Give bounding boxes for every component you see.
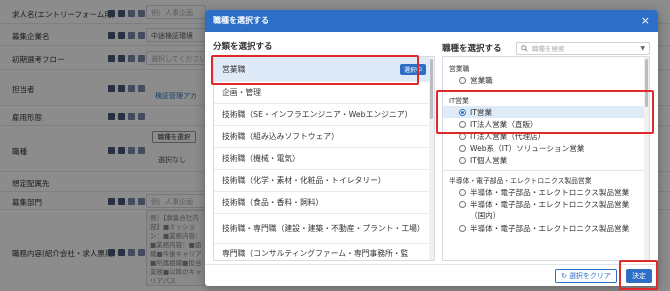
category-item[interactable]: 技術職（組み込みソフトウェア）: [214, 126, 434, 148]
role-option-label: IT法人営業（代理店）: [470, 131, 546, 141]
role-option[interactable]: 営業職: [443, 74, 649, 86]
category-label: 技術職（食品・香料・飼料）: [222, 198, 324, 207]
clear-selection-button[interactable]: ↻ 選択をクリア: [555, 269, 617, 283]
role-option[interactable]: 半導体・電子部品・エレクトロニクス製品営業: [443, 186, 649, 198]
role-option[interactable]: Web系（IT）ソリューション営業: [443, 142, 649, 154]
radio-icon: [459, 120, 466, 128]
occupation-modal: 職種を選択する × 分類を選択する 営業職 選択中 企画・管理 技術職（SE・イ…: [205, 10, 658, 286]
clear-selection-label: 選択をクリア: [568, 272, 611, 280]
search-icon: [521, 44, 528, 52]
category-item[interactable]: 技術職（食品・香料・飼料）: [214, 192, 434, 214]
category-label: 企画・管理: [222, 88, 261, 97]
role-option-label: 営業職: [470, 75, 493, 85]
modal-footer: ↻ 選択をクリア 決定: [205, 264, 658, 286]
role-list: 営業職 営業職 IT営業 IT営業 IT法人営業（直販） IT法人営業（代理店）…: [442, 56, 650, 261]
role-option[interactable]: 半導体・電子部品・エレクトロニクス製品営業（国内）: [443, 198, 649, 222]
category-label: 技術職（機械・電気）: [222, 154, 300, 163]
role-option[interactable]: 半導体・電子部品・エレクトロニクス製品営業: [443, 222, 649, 234]
radio-icon: [459, 188, 466, 196]
selected-badge: 選択中: [399, 63, 426, 75]
chevron-down-icon[interactable]: ▼: [640, 45, 645, 52]
role-option-label: IT個人営業: [470, 155, 508, 165]
radio-icon: [459, 132, 466, 140]
category-item[interactable]: 専門職（コンサルティングファーム・専門事務所・監: [214, 244, 434, 260]
category-item-sales[interactable]: 営業職 選択中: [214, 57, 434, 82]
refresh-icon: ↻: [561, 272, 567, 280]
modal-header: 職種を選択する ×: [205, 10, 658, 32]
radio-icon: [459, 156, 466, 164]
role-panel: 職種を選択する 職種を検索 ▼ 営業職 営業職 IT営業 IT営業 IT法人営業…: [442, 40, 650, 268]
category-item[interactable]: 技術職（化学・素材・化粧品・トイレタリー）: [214, 170, 434, 192]
group-title: 営業職: [449, 65, 470, 73]
category-label: 営業職: [222, 64, 246, 74]
category-label: 技術職（SE・インフラエンジニア・Webエンジニア）: [222, 110, 413, 119]
category-label: 技術職（化学・素材・化粧品・トイレタリー）: [222, 176, 386, 185]
category-label: 専門職（コンサルティングファーム・専門事務所・監: [222, 249, 409, 258]
radio-checked-icon: [459, 108, 466, 116]
search-placeholder: 職種を検索: [532, 45, 565, 53]
group-title: 半導体・電子部品・エレクトロニクス製品営業: [449, 177, 592, 185]
role-option-label: Web系（IT）ソリューション営業: [470, 143, 585, 153]
role-panel-title: 職種を選択する: [442, 44, 502, 54]
role-option-selected[interactable]: IT営業: [443, 106, 649, 118]
category-panel-title: 分類を選択する: [213, 42, 273, 52]
category-scrollbar[interactable]: [429, 57, 434, 260]
category-label: 技術職・専門職（建設・建築・不動産・プラント・工場）: [222, 224, 425, 233]
radio-icon: [459, 144, 466, 152]
category-item[interactable]: 企画・管理: [214, 82, 434, 104]
confirm-label: 決定: [632, 272, 646, 280]
category-label: 技術職（組み込みソフトウェア）: [222, 132, 339, 141]
category-panel: 分類を選択する 営業職 選択中 企画・管理 技術職（SE・インフラエンジニア・W…: [213, 40, 435, 268]
radio-icon: [459, 201, 466, 208]
confirm-button[interactable]: 決定: [626, 269, 652, 283]
radio-icon: [459, 224, 466, 232]
category-item[interactable]: 技術職（SE・インフラエンジニア・Webエンジニア）: [214, 104, 434, 126]
modal-title: 職種を選択する: [213, 16, 269, 25]
role-option[interactable]: IT法人営業（代理店）: [443, 130, 649, 142]
role-scrollbar[interactable]: [644, 57, 649, 260]
close-icon[interactable]: ×: [641, 14, 650, 27]
role-option-label: 半導体・電子部品・エレクトロニクス製品営業（国内）: [470, 200, 630, 220]
group-title: IT営業: [449, 97, 469, 105]
category-list: 営業職 選択中 企画・管理 技術職（SE・インフラエンジニア・Webエンジニア）…: [213, 56, 435, 261]
role-option[interactable]: IT法人営業（直販）: [443, 118, 649, 130]
role-option-label: IT営業: [470, 107, 493, 117]
category-item[interactable]: 技術職・専門職（建設・建築・不動産・プラント・工場）: [214, 214, 434, 244]
role-option-label: IT法人営業（直販）: [470, 119, 538, 129]
role-option-label: 半導体・電子部品・エレクトロニクス製品営業: [470, 223, 630, 233]
category-item[interactable]: 技術職（機械・電気）: [214, 148, 434, 170]
radio-icon: [459, 76, 466, 84]
role-search-input[interactable]: 職種を検索 ▼: [516, 41, 650, 55]
role-option-label: 半導体・電子部品・エレクトロニクス製品営業: [470, 187, 630, 197]
role-option[interactable]: IT個人営業: [443, 154, 649, 166]
